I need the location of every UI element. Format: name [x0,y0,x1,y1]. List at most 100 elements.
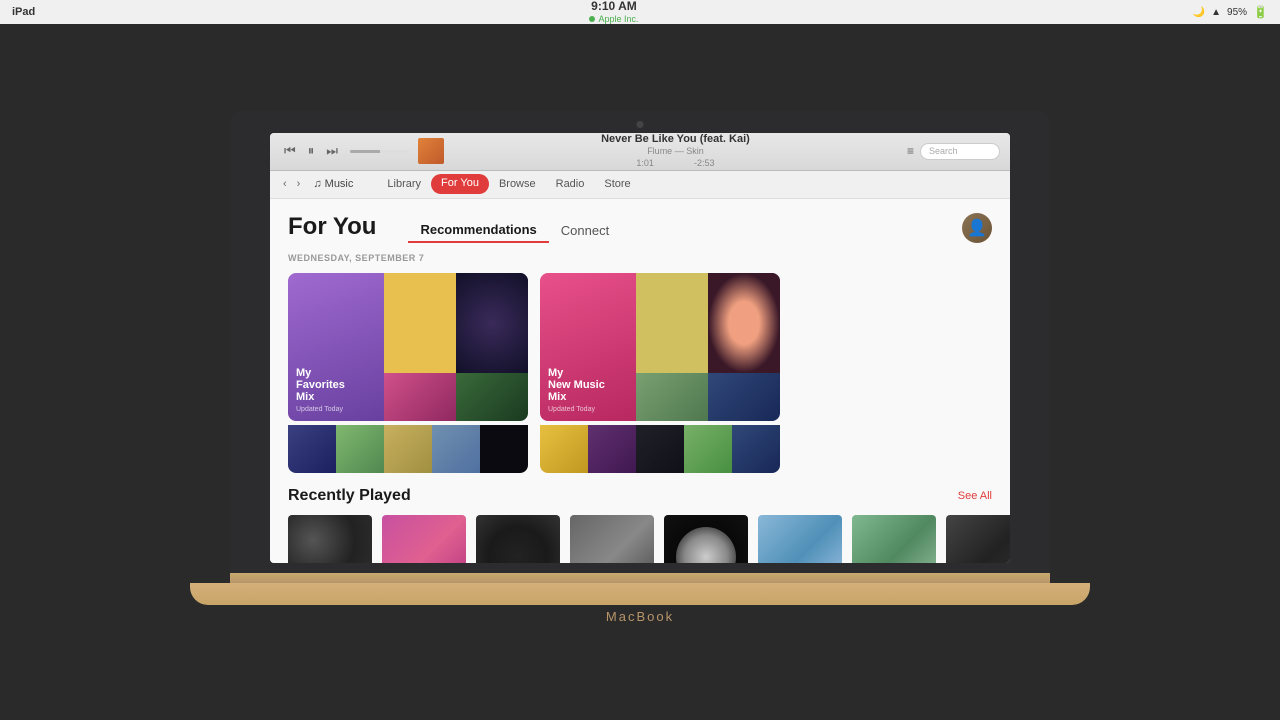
nm-bs-1 [540,425,588,473]
ipad-status-right: 🌙 ▲ 95% 🔋 [1193,5,1268,19]
ipad-device-label: iPad [12,6,35,18]
nav-breadcrumb: ♫ Music [313,178,353,190]
album-cover-nothingsreal [758,515,842,563]
battery-label: 95% [1227,7,1247,18]
album-item-thickasthieves[interactable]: Thick as Thieves The Temper Trap [946,515,1010,563]
fav-thumb-1 [384,273,456,373]
nm-bs-3 [636,425,684,473]
now-playing-art [418,138,444,164]
fav-bs-1 [288,425,336,473]
new-music-label2: New Music [548,379,628,391]
tab-library[interactable]: Library [377,174,431,194]
album-item-generation[interactable]: Generation De Lux [288,515,372,563]
favorites-main-tile: My Favorites Mix Updated Today [288,273,384,421]
new-music-mix-card[interactable]: My New Music Mix Updated Today [540,273,780,421]
nm-bs-4 [684,425,732,473]
moon-icon: 🌙 [1193,7,1205,18]
favorites-mix-card[interactable]: My Favorites Mix Updated Today [288,273,528,421]
ipad-apple: Apple Inc. [589,14,638,25]
new-music-main-tile: My New Music Mix Updated Today [540,273,636,421]
fav-bottom-strip [288,425,528,473]
album-cover-ride [664,515,748,563]
itunes-content: For You Recommendations Connect 👤 WEDNES… [270,199,1010,563]
albums-row: Generation De Lux Mirage - EP Elix Ology [288,515,992,563]
tab-browse[interactable]: Browse [489,174,546,194]
nm-bs-5 [732,425,780,473]
fav-bs-3 [384,425,432,473]
album-item-newkingdom[interactable]: New Kingdom Givvns [852,515,936,563]
new-music-label1: My [548,367,628,379]
list-view-icon[interactable]: ≡ [907,144,914,158]
green-dot [589,16,595,22]
nav-back[interactable]: ‹ [280,178,290,190]
album-item-ology[interactable]: Ology Gallant [476,515,560,563]
apple-inc-label: Apple Inc. [598,14,638,25]
page-title: For You [288,213,376,241]
screen-inner: ⏮ ⏸ ⏭ Never Be Like You (feat. Kai) Flum… [270,133,1010,563]
volume-slider[interactable] [350,150,410,153]
song-artist-album: Flume — Skin [452,146,899,158]
location-icon: ▲ [1211,7,1221,18]
new-music-label3: Mix [548,391,628,403]
forward-button[interactable]: ⏭ [322,141,342,161]
itunes-nav: ‹ › ♫ Music Library For You Browse Radio… [270,171,1010,199]
nm-bottom-strip [540,425,780,473]
song-title: Never Be Like You (feat. Kai) [452,133,899,147]
for-you-tabs: Recommendations Connect [408,218,621,243]
new-music-updated: Updated Today [548,406,628,413]
search-box: Search [920,143,1000,160]
itunes-toolbar: ⏮ ⏸ ⏭ Never Be Like You (feat. Kai) Flum… [270,133,1010,171]
tab-recommendations[interactable]: Recommendations [408,218,548,243]
album-item-nothingsreal[interactable]: Nothing's Real Shura [758,515,842,563]
screen-bezel: ⏮ ⏸ ⏭ Never Be Like You (feat. Kai) Flum… [230,111,1050,573]
time-remaining: -2:53 [694,158,715,168]
tab-store[interactable]: Store [594,174,640,194]
music-note-icon: ♫ [313,178,324,190]
tab-radio[interactable]: Radio [546,174,595,194]
album-cover-generation [288,515,372,563]
for-you-header: For You Recommendations Connect 👤 [288,213,992,243]
nm-thumb-4 [708,373,780,421]
mixes-row: My Favorites Mix Updated Today [288,273,992,421]
favorites-label2: Favorites [296,379,376,391]
album-item-softbounce[interactable]: The Soft Bounce Beyond The Wizards Sleev… [570,515,654,563]
ipad-status-bar: iPad 9:10 AM Apple Inc. 🌙 ▲ 95% 🔋 [0,0,1280,24]
battery-icon: 🔋 [1253,5,1268,19]
nm-bs-2 [588,425,636,473]
favorites-label1: My [296,367,376,379]
fav-bs-2 [336,425,384,473]
album-cover-newkingdom [852,515,936,563]
song-time-elapsed: 1:01 -2:53 [452,158,899,170]
album-cover-ology [476,515,560,563]
fav-thumb-4 [456,373,528,421]
tab-connect[interactable]: Connect [549,219,621,242]
ipad-status-center: 9:10 AM Apple Inc. [589,0,638,25]
fav-bs-5 [480,425,528,473]
album-item-mirage[interactable]: Mirage - EP Elix [382,515,466,563]
tab-for-you[interactable]: For You [431,174,489,194]
date-label: WEDNESDAY, SEPTEMBER 7 [288,253,992,263]
macbook-hinge [230,573,1050,583]
user-avatar[interactable]: 👤 [962,213,992,243]
macbook-base [190,583,1090,605]
nm-thumb-2 [708,273,780,373]
album-item-ride[interactable]: Ride into the Unknown Badsum [664,515,748,563]
song-info: Never Be Like You (feat. Kai) Flume — Sk… [452,133,899,170]
nav-forward[interactable]: › [294,178,304,190]
fav-bs-4 [432,425,480,473]
album-cover-softbounce [570,515,654,563]
rewind-button[interactable]: ⏮ [280,141,300,161]
itunes-window: ⏮ ⏸ ⏭ Never Be Like You (feat. Kai) Flum… [270,133,1010,563]
avatar-icon: 👤 [967,218,987,238]
pause-button[interactable]: ⏸ [304,141,319,161]
album-cover-mirage [382,515,466,563]
album-cover-thickasthieves [946,515,1010,563]
nm-thumb-1 [636,273,708,373]
nm-thumb-3 [636,373,708,421]
see-all-button[interactable]: See All [958,490,992,502]
favorites-updated: Updated Today [296,406,376,413]
nav-tabs: Library For You Browse Radio Store [377,174,640,194]
playback-controls: ⏮ ⏸ ⏭ [280,141,342,161]
macbook-label: MacBook [606,609,674,624]
fav-thumb-3 [384,373,456,421]
